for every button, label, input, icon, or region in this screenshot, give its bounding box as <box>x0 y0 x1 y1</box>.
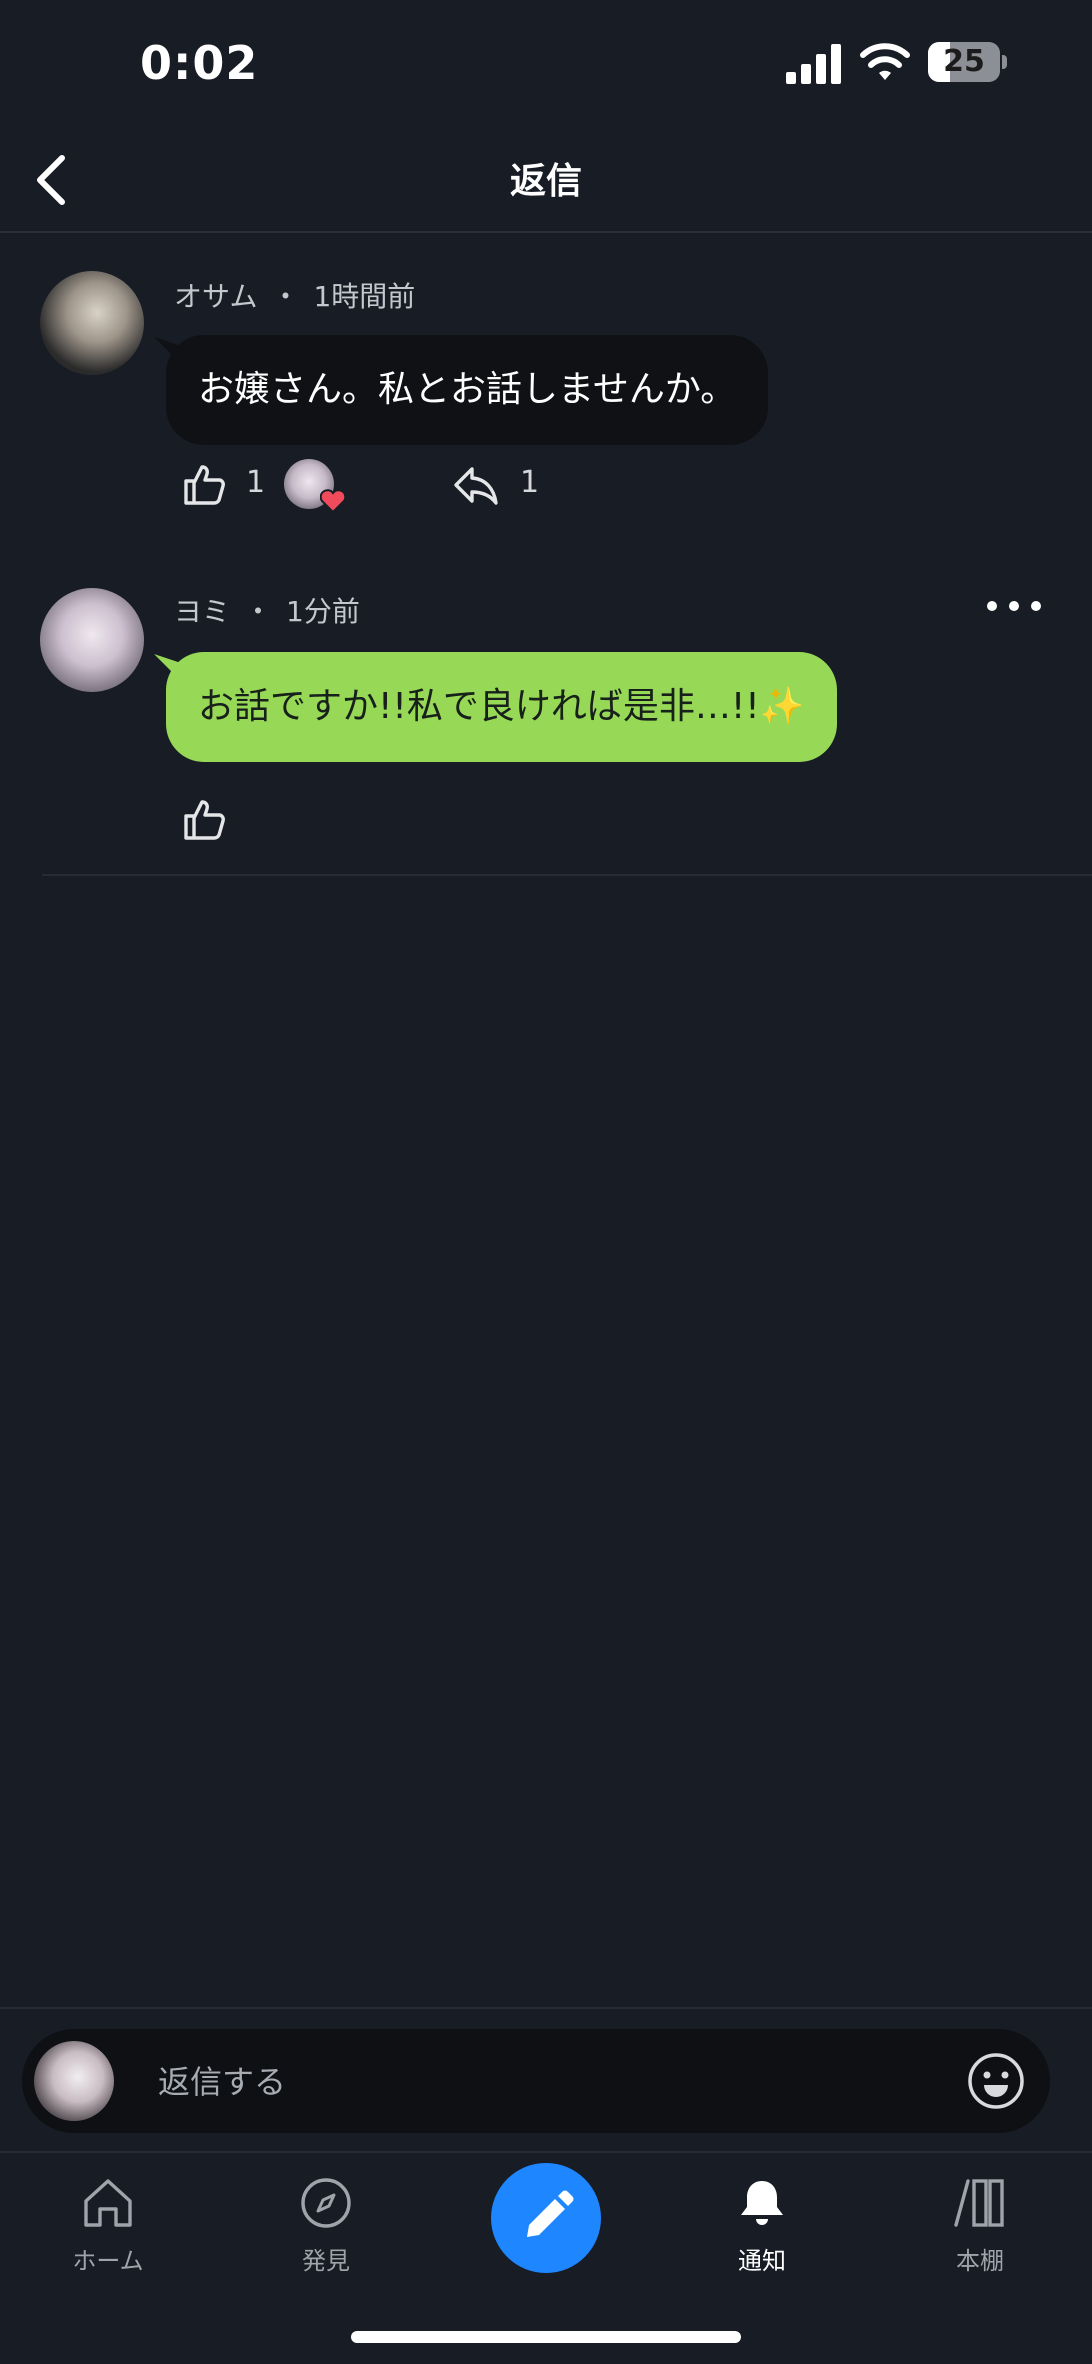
author-name[interactable]: オサム <box>174 280 257 313</box>
heart-icon <box>320 489 346 513</box>
tab-home[interactable]: ホーム <box>28 2175 188 2295</box>
battery-level: 25 <box>943 44 985 79</box>
divider <box>42 874 1092 876</box>
compass-icon <box>301 2178 351 2228</box>
status-time: 0:02 <box>140 36 259 90</box>
my-avatar <box>34 2041 114 2121</box>
page-title: 返信 <box>509 161 582 202</box>
comment-time: 1時間前 <box>313 280 416 313</box>
home-indicator <box>351 2331 741 2343</box>
more-options-button[interactable] <box>982 586 1046 626</box>
like-button[interactable] <box>180 461 228 509</box>
comment-item: ヨミ・ 1分前 お話ですか!!私で良ければ是非…!!✨ <box>0 548 1092 874</box>
home-icon <box>84 2179 132 2227</box>
comment-bubble: お嬢さん。私とお話しませんか。 <box>166 335 769 445</box>
tab-label: ホーム <box>72 2247 144 2275</box>
like-count: 1 <box>246 465 266 500</box>
comment-meta: ヨミ・ 1分前 <box>174 590 360 630</box>
avatar[interactable] <box>40 271 144 375</box>
comment-bubble: お話ですか!!私で良ければ是非…!!✨ <box>166 652 837 762</box>
compose-button[interactable] <box>491 2163 601 2273</box>
bookshelf-icon <box>954 2179 1004 2227</box>
tab-label: 通知 <box>738 2247 786 2275</box>
tab-discover[interactable]: 発見 <box>246 2175 406 2295</box>
tab-label: 発見 <box>302 2247 350 2275</box>
bell-icon <box>741 2181 783 2225</box>
header: 返信 <box>0 130 1092 233</box>
avatar[interactable] <box>40 588 144 692</box>
separator: ・ <box>271 280 300 313</box>
author-name[interactable]: ヨミ <box>174 595 230 628</box>
emoji-icon[interactable] <box>966 2051 1026 2111</box>
comment-time: 1分前 <box>286 595 360 628</box>
tab-notifications[interactable]: 通知 <box>682 2175 842 2295</box>
separator: ・ <box>244 595 273 628</box>
reply-placeholder: 返信する <box>158 2063 287 2101</box>
battery-icon: 25 <box>928 42 1008 82</box>
signal-icon <box>786 44 841 84</box>
tab-bookshelf[interactable]: 本棚 <box>900 2175 1060 2295</box>
reply-count: 1 <box>520 465 540 500</box>
pencil-icon <box>527 2190 574 2237</box>
reply-icon[interactable] <box>452 461 500 509</box>
wifi-icon <box>860 43 910 80</box>
reply-bar: 返信する <box>0 2007 1092 2151</box>
status-bar: 0:02 25 <box>0 0 1092 130</box>
reply-input[interactable]: 返信する <box>22 2029 1050 2133</box>
like-button[interactable] <box>180 796 228 844</box>
comment-meta: オサム・ 1時間前 <box>174 275 415 315</box>
comment-actions: 1 1 <box>0 455 1092 515</box>
comment-item: オサム・ 1時間前 お嬢さん。私とお話しませんか。 1 1 <box>0 233 1092 533</box>
tab-label: 本棚 <box>956 2247 1004 2275</box>
